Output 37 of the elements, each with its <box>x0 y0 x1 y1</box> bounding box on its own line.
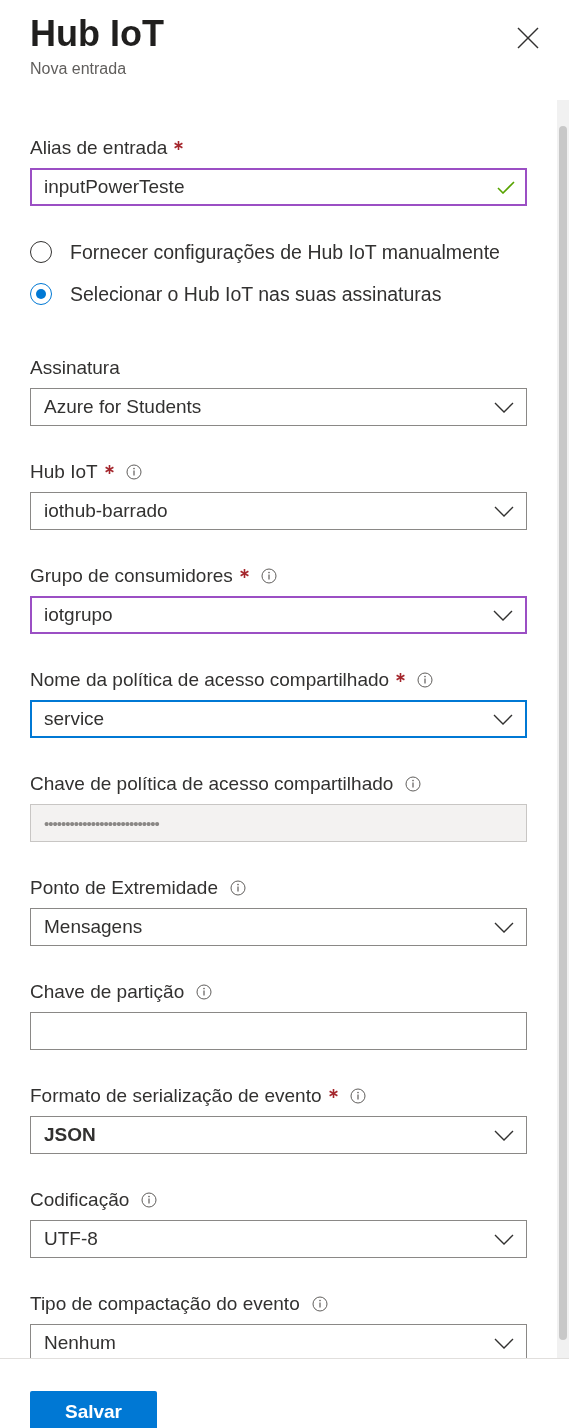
input-field[interactable]: inputPowerTeste <box>30 168 527 206</box>
dropdown[interactable]: Mensagens <box>30 908 527 946</box>
dropdown[interactable]: Nenhum <box>30 1324 527 1358</box>
dropdown[interactable]: iotgrupo <box>30 596 527 634</box>
input-field[interactable] <box>30 1012 527 1050</box>
dropdown[interactable]: JSON <box>30 1116 527 1154</box>
chevron-down-icon <box>493 609 513 621</box>
field-label: Ponto de Extremidade <box>30 877 218 899</box>
field-label: Chave de partição <box>30 981 185 1003</box>
close-icon[interactable] <box>517 27 539 49</box>
dropdown[interactable]: iothub-barrado <box>30 492 527 530</box>
scrollbar[interactable] <box>557 100 569 1358</box>
field-label: Alias de entrada <box>30 137 168 159</box>
save-button[interactable]: Salvar <box>30 1391 157 1428</box>
field-label: Tipo de compactação do evento <box>30 1293 300 1315</box>
chevron-down-icon <box>493 713 513 725</box>
field-label: Codificação <box>30 1189 130 1211</box>
field-label: Grupo de consumidores <box>30 565 233 587</box>
chevron-down-icon <box>494 1233 514 1245</box>
panel-title: Hub IoT <box>30 12 164 56</box>
panel-subtitle: Nova entrada <box>30 60 128 78</box>
radio-label[interactable]: Selecionar o Hub IoT nas suas assinaturas <box>70 282 442 306</box>
chevron-down-icon <box>494 1337 514 1349</box>
field-label: Chave de política de acesso compartilhado <box>30 773 394 795</box>
chevron-down-icon <box>494 921 514 933</box>
chevron-down-icon <box>494 505 514 517</box>
field-label: Hub IoT <box>30 461 98 483</box>
chevron-down-icon <box>494 401 514 413</box>
chevron-down-icon <box>494 1129 514 1141</box>
masked-key-field: ••••••••••••••••••••••••••• <box>30 804 527 842</box>
dropdown[interactable]: service <box>30 700 527 738</box>
field-label: Formato de serialização de evento <box>30 1085 322 1107</box>
field-label: Nome da política de acesso compartilhado <box>30 669 390 691</box>
dropdown[interactable]: UTF-8 <box>30 1220 527 1258</box>
dropdown[interactable]: Azure for Students <box>30 388 527 426</box>
radio-label[interactable]: Fornecer configurações de Hub IoT manualmente <box>70 240 500 264</box>
field-label: Assinatura <box>30 357 120 379</box>
